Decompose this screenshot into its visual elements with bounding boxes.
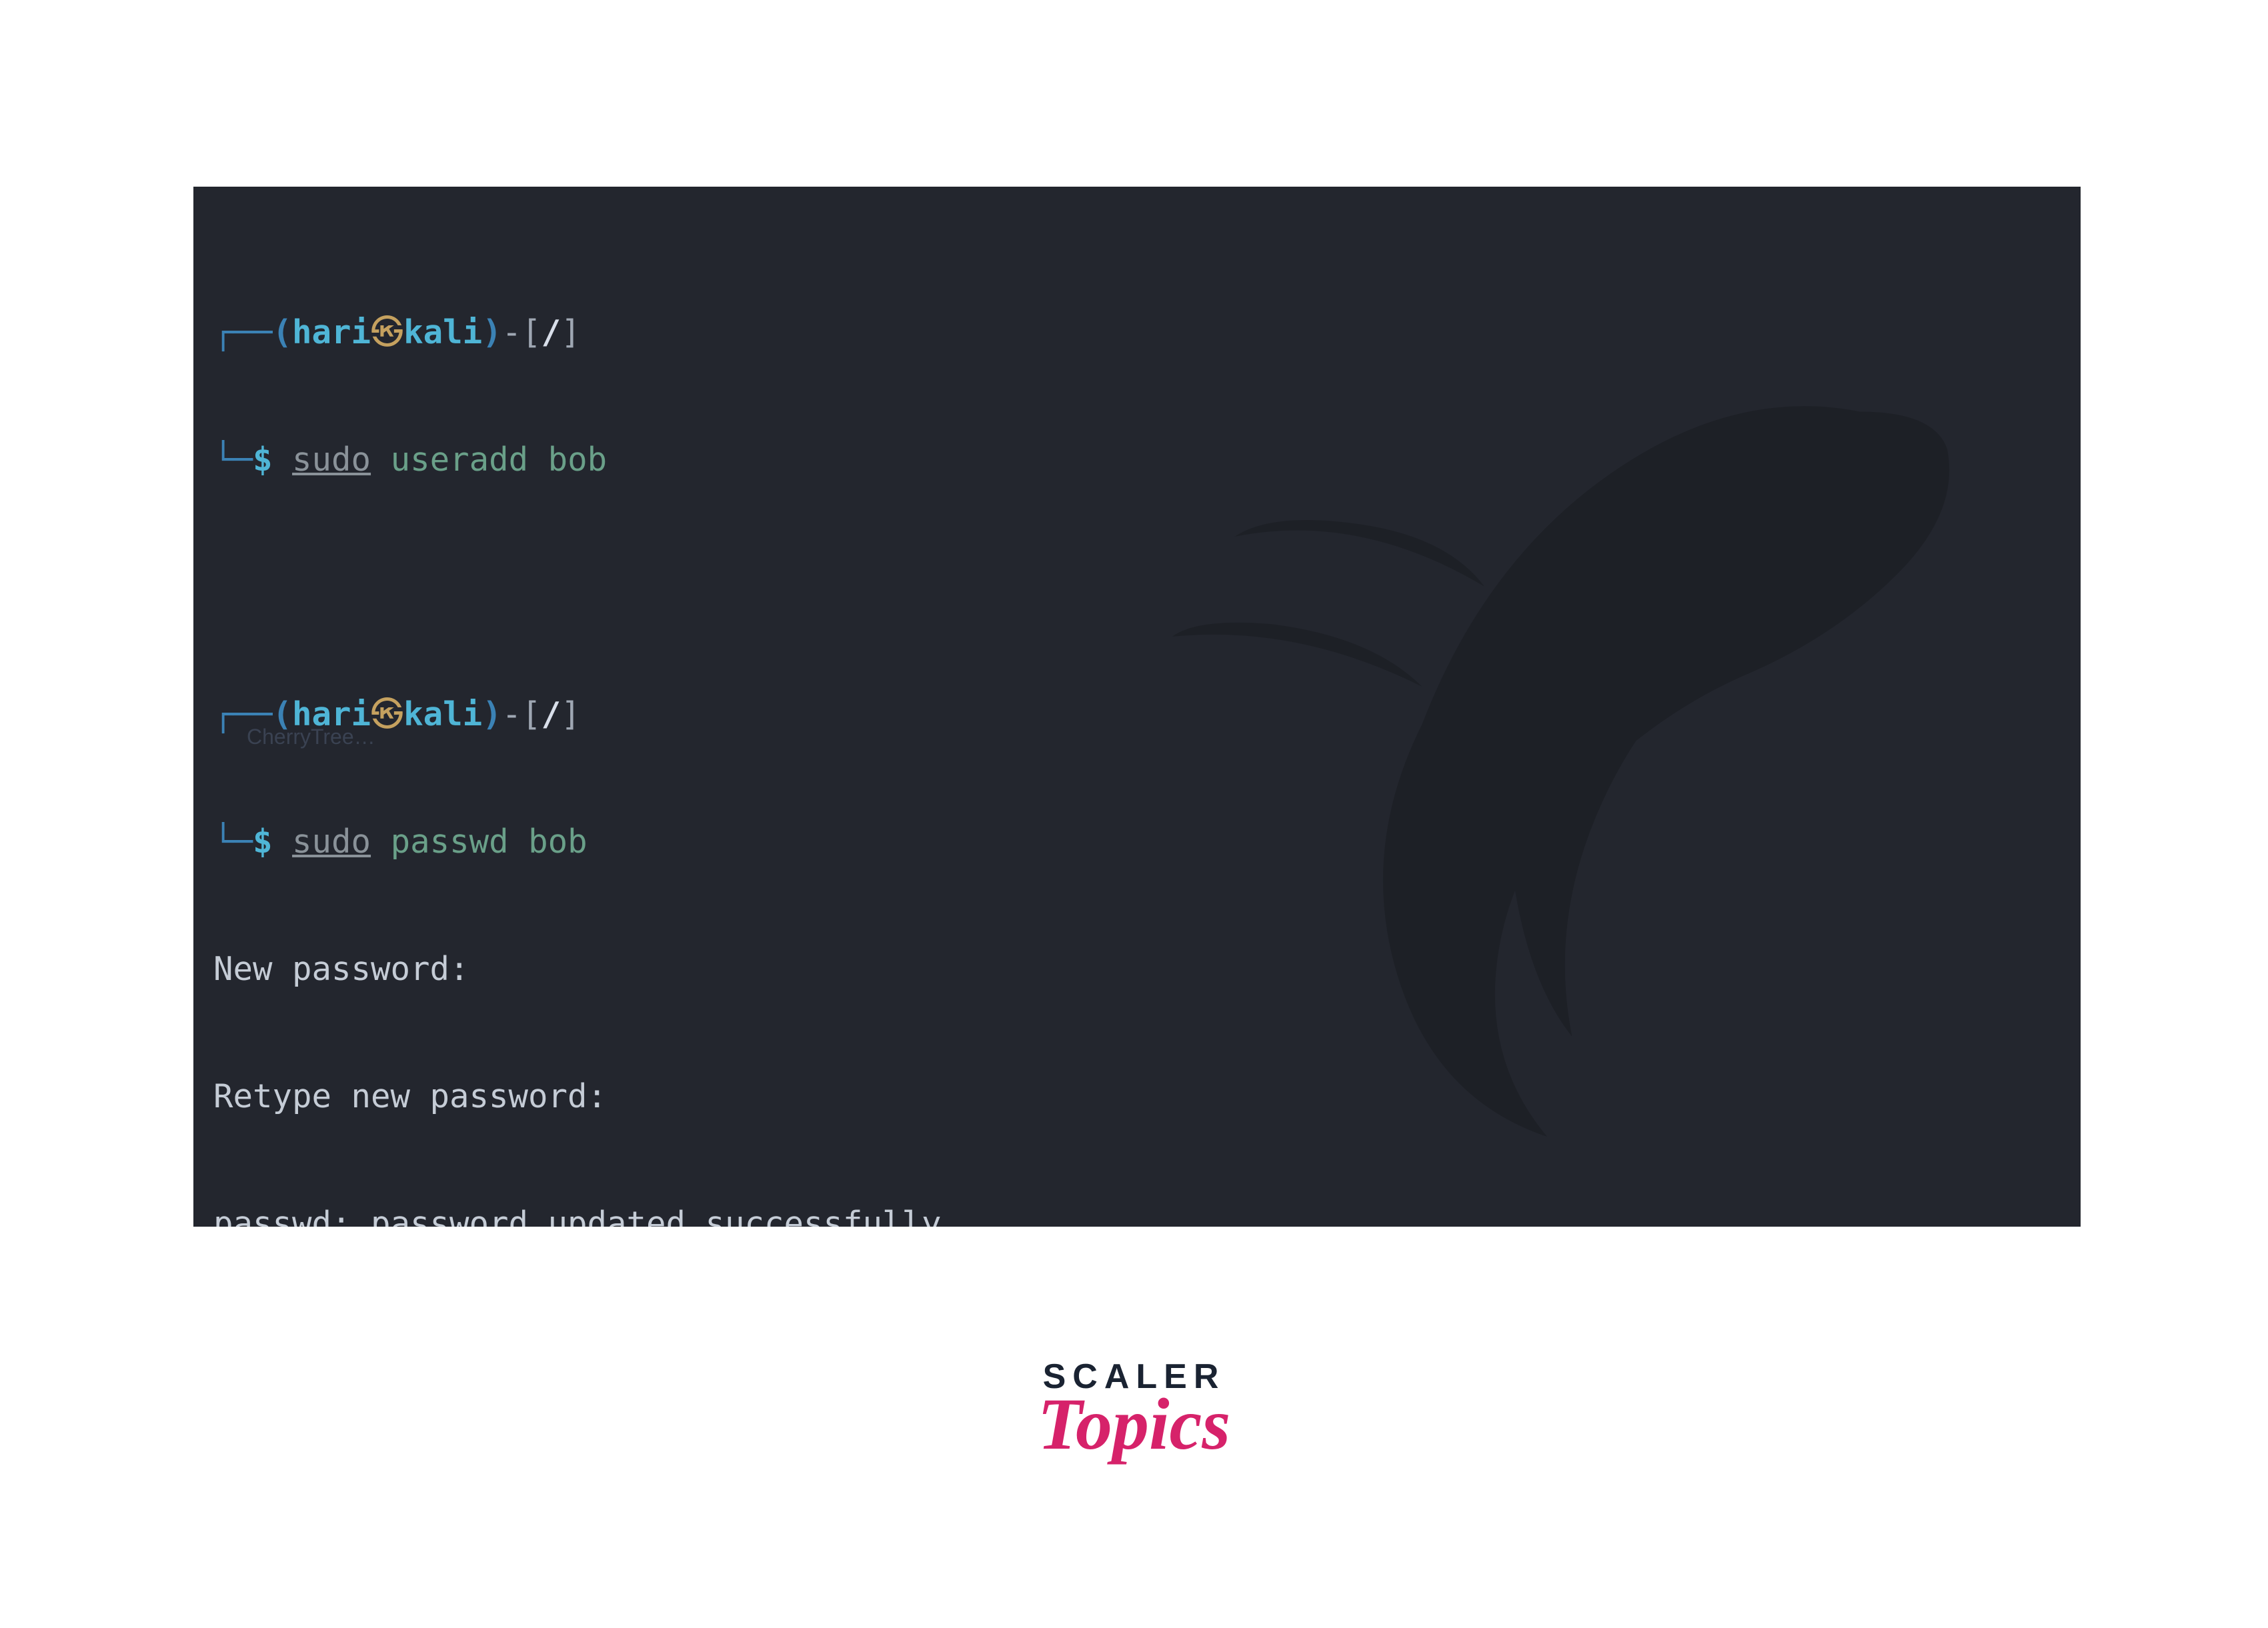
command-text: useradd bob <box>371 441 607 479</box>
prompt-host: kali <box>403 313 482 351</box>
box-drawing-icon: ┌── <box>213 313 273 351</box>
prompt-user: hari <box>292 313 371 351</box>
logo-line2: Topics <box>1038 1382 1230 1467</box>
box-drawing-icon: └─ <box>213 441 253 479</box>
prompt-line: ┌──(hari㉿kali)-[/] <box>213 311 2061 354</box>
command-line: └─$ sudo useradd bob <box>213 439 2061 481</box>
prompt-path: / <box>541 313 561 351</box>
scaler-topics-logo: SCALER Topics <box>1038 1357 1230 1467</box>
output-line: passwd: password updated successfully <box>213 1203 2061 1227</box>
output-line: Retype new password: <box>213 1075 2061 1118</box>
command-line: └─$ sudo passwd bob <box>213 821 2061 863</box>
output-line: New password: <box>213 948 2061 991</box>
dollar-icon: $ <box>253 441 273 479</box>
command-sudo: sudo <box>292 823 371 861</box>
command-sudo: sudo <box>292 441 371 479</box>
prompt-line: ┌──(hari㉿kali)-[/] <box>213 693 2061 736</box>
at-symbol-icon: ㉿ <box>371 313 403 351</box>
command-text: passwd bob <box>371 823 588 861</box>
terminal-output[interactable]: ┌──(hari㉿kali)-[/] └─$ sudo useradd bob … <box>213 227 2061 1227</box>
terminal-window[interactable]: ┌──(hari㉿kali)-[/] └─$ sudo useradd bob … <box>193 187 2081 1227</box>
